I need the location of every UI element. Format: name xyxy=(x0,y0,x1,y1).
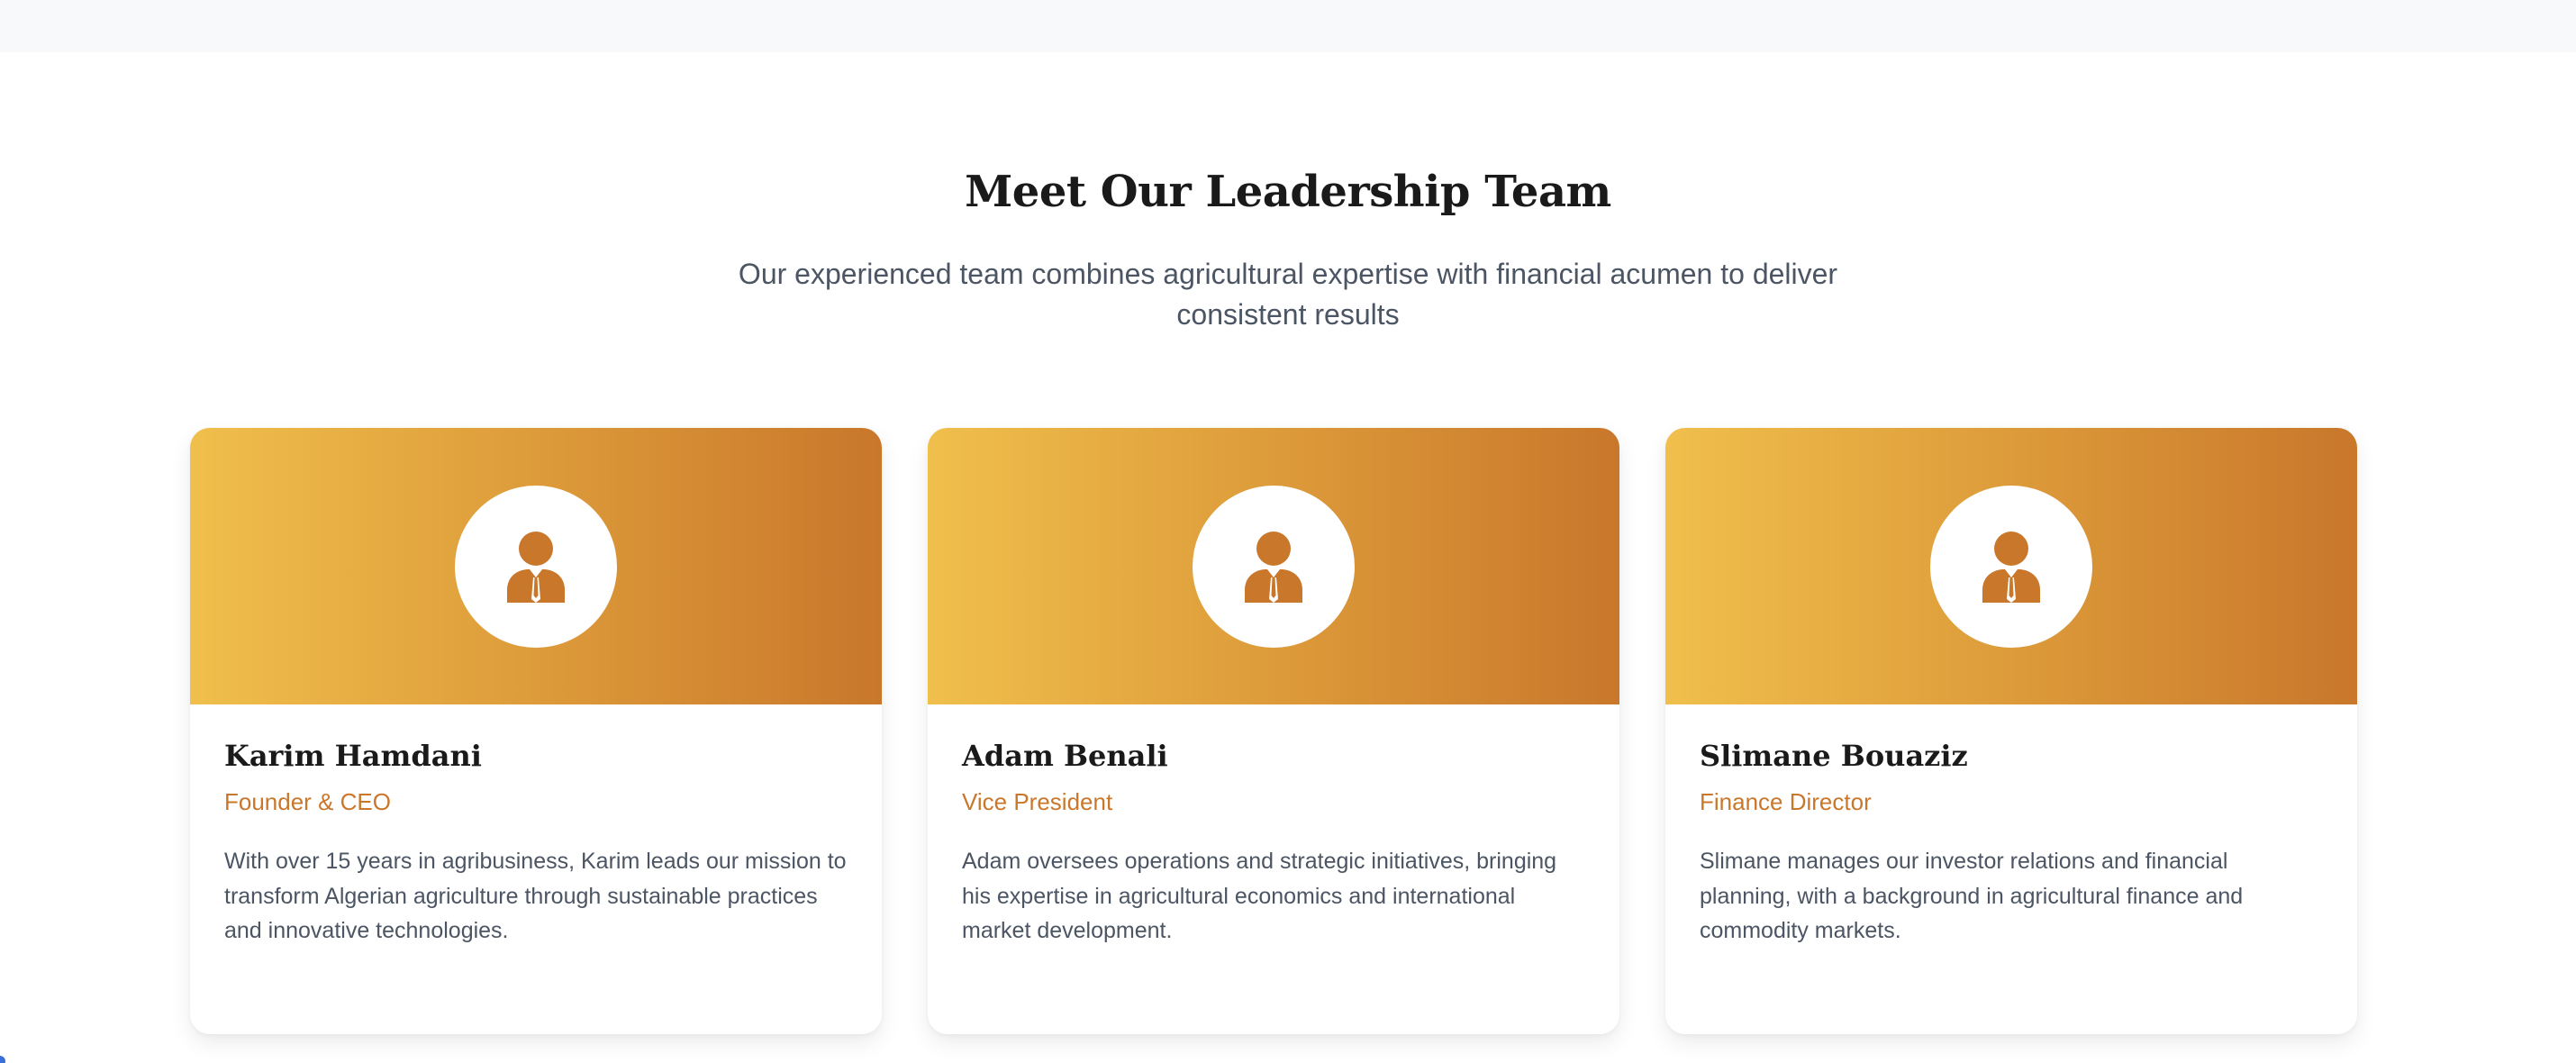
member-name: Adam Benali xyxy=(962,739,1168,773)
avatar xyxy=(455,486,617,648)
member-name: Slimane Bouaziz xyxy=(1700,739,1968,773)
team-card-slimane-bouaziz: Slimane Bouaziz Finance Director Slimane… xyxy=(1665,428,2357,1034)
member-role: Finance Director xyxy=(1700,788,1872,815)
user-tie-icon xyxy=(1245,532,1302,603)
member-bio: With over 15 years in agribusiness, Kari… xyxy=(224,849,847,943)
section-title: Meet Our Leadership Team xyxy=(965,167,1611,217)
card-banner xyxy=(190,428,882,704)
member-bio: Adam oversees operations and strategic i… xyxy=(962,849,1557,943)
user-tie-icon xyxy=(507,532,565,603)
leadership-section: Meet Our Leadership Team Our experienced… xyxy=(0,52,2576,1063)
team-cards: Karim Hamdani Founder & CEO With over 15… xyxy=(190,428,2358,1034)
section-subtitle: Our experienced team combines agricultur… xyxy=(738,258,1838,331)
user-tie-icon xyxy=(1982,532,2040,603)
card-banner xyxy=(1665,428,2357,704)
member-role: Vice President xyxy=(962,788,1113,815)
card-banner xyxy=(928,428,1619,704)
member-name: Karim Hamdani xyxy=(224,739,482,773)
avatar xyxy=(1193,486,1355,648)
member-bio: Slimane manages our investor relations a… xyxy=(1700,849,2244,943)
top-band xyxy=(0,0,2576,52)
avatar xyxy=(1930,486,2092,648)
team-card-adam-benali: Adam Benali Vice President Adam oversees… xyxy=(928,428,1619,1034)
member-role: Founder & CEO xyxy=(224,788,391,815)
team-card-karim-hamdani: Karim Hamdani Founder & CEO With over 15… xyxy=(190,428,882,1034)
